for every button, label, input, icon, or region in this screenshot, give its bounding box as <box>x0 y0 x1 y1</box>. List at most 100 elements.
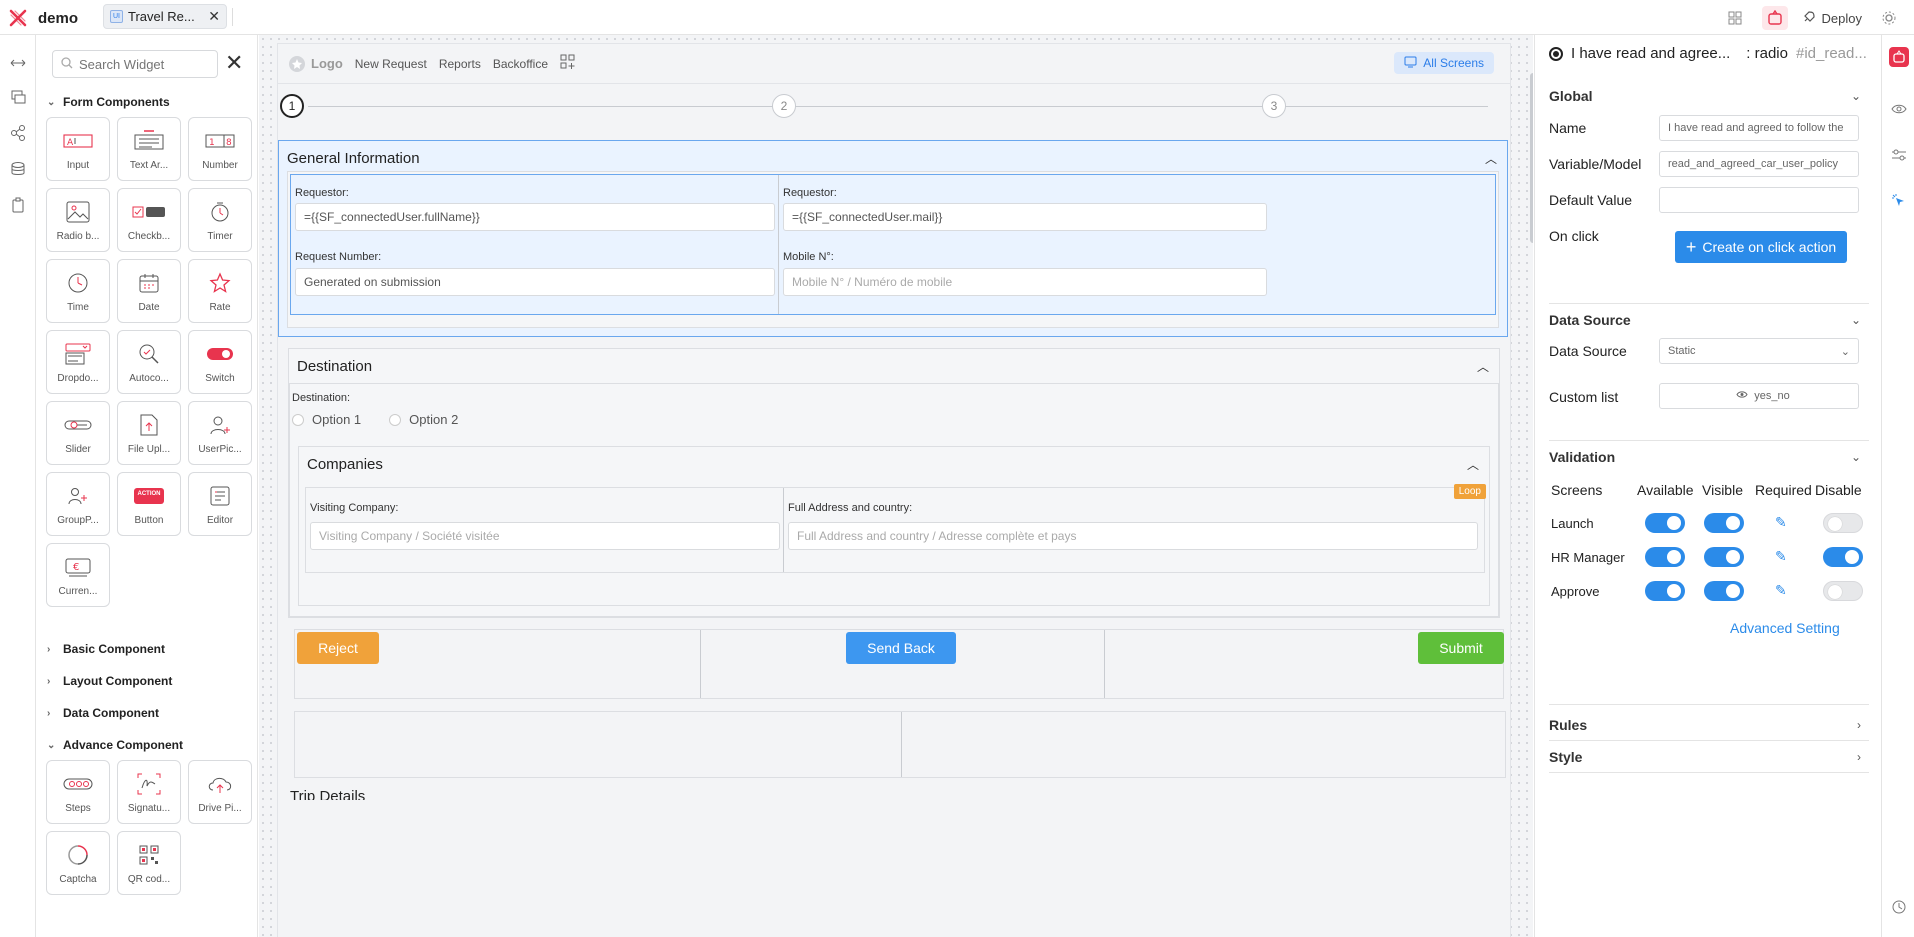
deploy-button[interactable]: Deploy <box>1802 10 1862 27</box>
submit-button[interactable]: Submit <box>1418 632 1504 664</box>
widget-dropdown[interactable]: Dropdo... <box>46 330 110 394</box>
hr-visible-toggle[interactable] <box>1704 547 1744 567</box>
hr-available-toggle[interactable] <box>1645 547 1685 567</box>
name-input[interactable]: I have read and agreed to follow the <box>1659 115 1859 141</box>
widget-input[interactable]: A Input <box>46 117 110 181</box>
general-information-section[interactable]: General Information ︿ Requestor: ={{SF_c… <box>278 140 1508 337</box>
hr-disable-toggle[interactable] <box>1823 547 1863 567</box>
widget-user-picker[interactable]: UserPic... <box>188 401 252 465</box>
flow-icon[interactable] <box>8 123 28 143</box>
form-logo[interactable]: Logo <box>288 55 343 73</box>
widget-group-picker[interactable]: GroupP... <box>46 472 110 536</box>
widget-rate[interactable]: Rate <box>188 259 252 323</box>
radio-option-2[interactable] <box>389 413 402 426</box>
widget-drive-picker[interactable]: Drive Pi... <box>188 760 252 824</box>
approve-required-edit-icon[interactable]: ✎ <box>1775 582 1787 599</box>
history-icon[interactable] <box>1889 897 1909 917</box>
widget-editor[interactable]: Editor <box>188 472 252 536</box>
design-canvas[interactable]: Logo New Request Reports Backoffice All … <box>259 35 1533 937</box>
search-input[interactable] <box>79 56 209 72</box>
nav-link-backoffice[interactable]: Backoffice <box>493 57 548 71</box>
close-tab-icon[interactable]: ✕ <box>208 8 220 25</box>
launch-visible-toggle[interactable] <box>1704 513 1744 533</box>
nav-link-reports[interactable]: Reports <box>439 57 481 71</box>
data-source-section-header[interactable]: Data Source ⌄ <box>1549 312 1869 328</box>
widget-switch[interactable]: Switch <box>188 330 252 394</box>
variable-input[interactable]: read_and_agreed_car_user_policy <box>1659 151 1859 177</box>
chevron-up-icon[interactable]: ︿ <box>1485 150 1497 167</box>
requestor-email-field[interactable]: ={{SF_connectedUser.mail}} <box>783 203 1267 231</box>
settings-icon[interactable] <box>1876 6 1902 30</box>
eye-icon[interactable] <box>1889 99 1909 119</box>
nav-link-new-request[interactable]: New Request <box>355 57 427 71</box>
widget-autocomplete[interactable]: Autoco... <box>117 330 181 394</box>
widget-steps[interactable]: Steps <box>46 760 110 824</box>
widget-checkbox[interactable]: Checkb... <box>117 188 181 252</box>
section-data-component[interactable]: › Data Component <box>47 706 159 720</box>
launch-available-toggle[interactable] <box>1645 513 1685 533</box>
step-2[interactable]: 2 <box>772 94 796 118</box>
approve-disable-toggle[interactable] <box>1823 581 1863 601</box>
cursor-click-icon[interactable] <box>1889 191 1909 211</box>
all-screens-button[interactable]: All Screens <box>1394 52 1494 74</box>
search-widget-box[interactable] <box>52 50 218 78</box>
grid-view-icon[interactable] <box>1722 6 1748 30</box>
advanced-setting-link[interactable]: Advanced Setting <box>1730 620 1840 636</box>
widget-qr-code[interactable]: QR cod... <box>117 831 181 895</box>
layers-icon[interactable] <box>8 87 28 107</box>
widget-signature[interactable]: Signatu... <box>117 760 181 824</box>
section-form-components[interactable]: ⌄ Form Components <box>47 95 170 109</box>
section-header[interactable]: Destination ︿ <box>289 349 1499 383</box>
requestor-name-field[interactable]: ={{SF_connectedUser.fullName}} <box>295 203 775 231</box>
companies-header[interactable]: Companies ︿ <box>299 447 1489 481</box>
widget-timer[interactable]: Timer <box>188 188 252 252</box>
section-advance-component[interactable]: ⌄ Advance Component <box>47 738 183 752</box>
widget-number[interactable]: 1 8 Number <box>188 117 252 181</box>
launch-required-edit-icon[interactable]: ✎ <box>1775 514 1787 531</box>
empty-layout-row[interactable] <box>294 711 1506 778</box>
option-1-label[interactable]: Option 1 <box>312 412 361 427</box>
widget-file-upload[interactable]: File Upl... <box>117 401 181 465</box>
send-back-button[interactable]: Send Back <box>846 632 956 664</box>
clipboard-icon[interactable] <box>8 195 28 215</box>
step-3[interactable]: 3 <box>1262 94 1286 118</box>
section-basic-component[interactable]: › Basic Component <box>47 642 165 656</box>
expand-icon[interactable] <box>8 53 28 73</box>
widget-textarea[interactable]: Text Ar... <box>117 117 181 181</box>
widget-radio[interactable]: Radio b... <box>46 188 110 252</box>
approve-available-toggle[interactable] <box>1645 581 1685 601</box>
address-field[interactable]: Full Address and country / Adresse compl… <box>788 522 1478 550</box>
request-number-field[interactable]: Generated on submission <box>295 268 775 296</box>
data-source-select[interactable]: Static ⌄ <box>1659 338 1859 364</box>
rules-section-header[interactable]: Rules › <box>1549 717 1869 733</box>
canvas-scrollbar[interactable] <box>1530 73 1533 243</box>
app-logo-icon[interactable] <box>8 8 28 28</box>
sliders-icon[interactable] <box>1889 145 1909 165</box>
widget-slider[interactable]: Slider <box>46 401 110 465</box>
close-palette-icon[interactable]: ✕ <box>225 52 243 74</box>
widget-button[interactable]: ACTION Button <box>117 472 181 536</box>
hr-required-edit-icon[interactable]: ✎ <box>1775 548 1787 565</box>
mobile-field[interactable]: Mobile N° / Numéro de mobile <box>783 268 1267 296</box>
apps-add-icon[interactable] <box>560 54 576 73</box>
companies-section[interactable]: Companies ︿ Loop Visiting Company: Visit… <box>298 446 1490 606</box>
section-header[interactable]: General Information ︿ <box>279 141 1507 175</box>
chevron-up-icon[interactable]: ︿ <box>1467 456 1479 473</box>
global-section-header[interactable]: Global ⌄ <box>1549 88 1869 104</box>
visiting-company-field[interactable]: Visiting Company / Société visitée <box>310 522 780 550</box>
reject-button[interactable]: Reject <box>297 632 379 664</box>
validation-section-header[interactable]: Validation ⌄ <box>1549 449 1869 465</box>
chevron-up-icon[interactable]: ︿ <box>1477 358 1489 375</box>
approve-visible-toggle[interactable] <box>1704 581 1744 601</box>
tab-travel-request[interactable]: UI Travel Re... ✕ <box>103 4 227 29</box>
preview-icon[interactable] <box>1761 6 1788 30</box>
launch-disable-toggle[interactable] <box>1823 513 1863 533</box>
widget-time[interactable]: Time <box>46 259 110 323</box>
properties-tab-icon[interactable] <box>1889 47 1909 67</box>
widget-captcha[interactable]: Captcha <box>46 831 110 895</box>
widget-currency[interactable]: € Curren... <box>46 543 110 607</box>
radio-option-1[interactable] <box>292 413 304 426</box>
option-2-label[interactable]: Option 2 <box>409 412 458 427</box>
section-layout-component[interactable]: › Layout Component <box>47 674 172 688</box>
step-1[interactable]: 1 <box>280 94 304 118</box>
